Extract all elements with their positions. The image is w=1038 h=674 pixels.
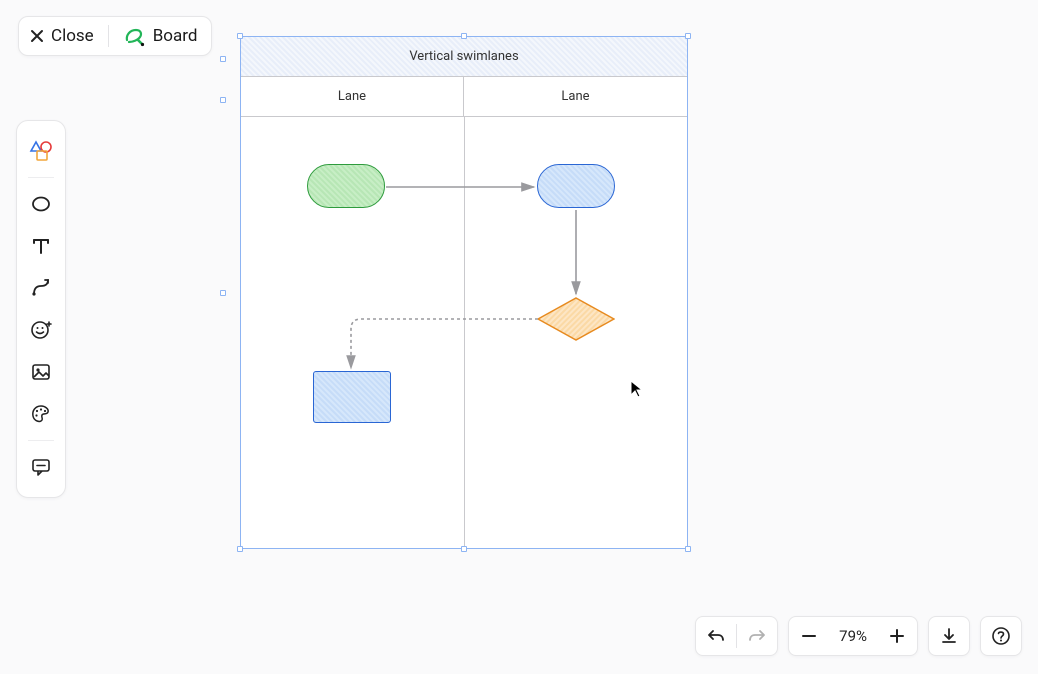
zoom-in-button[interactable] [877,617,917,655]
selection-handle-w[interactable] [220,290,226,296]
download-button[interactable] [929,617,969,655]
selection-handle-se[interactable] [685,546,691,552]
minus-icon [800,627,818,645]
lane-divider [464,117,465,548]
swimlane-container[interactable]: Vertical swimlanes Lane Lane [240,36,688,549]
help-button[interactable] [981,617,1021,655]
start-node[interactable] [307,164,385,208]
zoom-group: 79% [788,616,918,656]
selection-handle-nw[interactable] [237,33,243,39]
undo-button[interactable] [696,617,736,655]
selection-handle-lanes-w[interactable] [220,97,226,103]
lane-header-1[interactable]: Lane [241,77,464,116]
process-node[interactable] [537,164,615,208]
bottom-right-controls: 79% [695,616,1022,656]
selection-handle-ne[interactable] [685,33,691,39]
zoom-level[interactable]: 79% [829,627,877,645]
selection-handle-s[interactable] [461,546,467,552]
canvas[interactable]: Vertical swimlanes Lane Lane [0,0,1038,674]
decision-node[interactable] [537,297,615,341]
lanes-header: Lane Lane [241,77,687,117]
plus-icon [888,627,906,645]
lane-header-2[interactable]: Lane [464,77,687,116]
help-group [980,616,1022,656]
lanes-body[interactable] [241,117,687,548]
zoom-out-button[interactable] [789,617,829,655]
download-icon [939,626,959,646]
redo-button[interactable] [737,617,777,655]
download-group [928,616,970,656]
help-icon [991,626,1011,646]
selection-handle-title-w[interactable] [220,56,226,62]
selection-handle-n[interactable] [461,33,467,39]
diamond-shape [537,297,615,341]
undo-icon [706,626,726,646]
swimlane-title[interactable]: Vertical swimlanes [241,37,687,77]
undo-redo-group [695,616,778,656]
rectangle-node[interactable] [313,371,391,423]
edge-decision-rect[interactable] [351,319,538,368]
redo-icon [747,626,767,646]
selection-handle-sw[interactable] [237,546,243,552]
